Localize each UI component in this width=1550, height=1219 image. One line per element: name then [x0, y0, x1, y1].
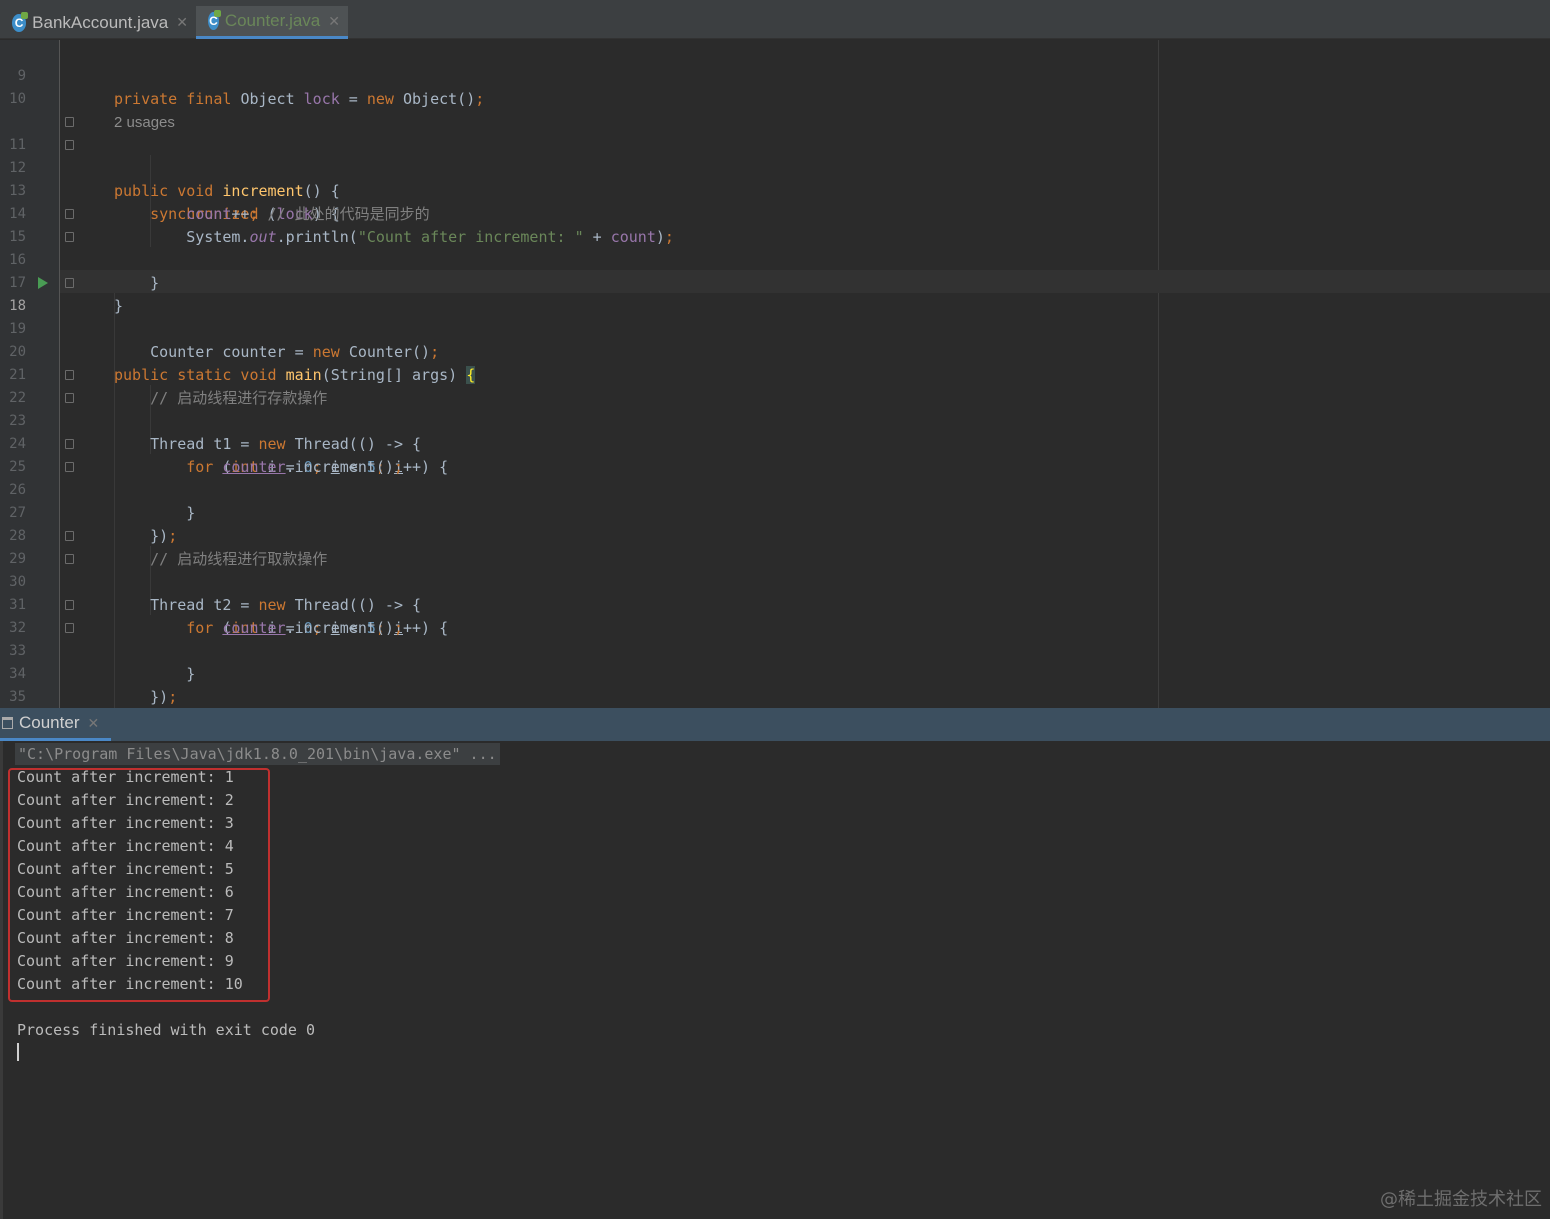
watermark: @稀土掘金技术社区: [1380, 1189, 1542, 1210]
code-line: 33 });: [0, 617, 1550, 706]
code-line: 34: [0, 640, 1550, 682]
code-line: 9 private final Object lock = new Object…: [0, 42, 1550, 108]
fold-marker-icon[interactable]: [65, 278, 74, 288]
console-output-line: Count after increment: 5: [17, 860, 234, 878]
run-tab-label: Counter: [19, 713, 80, 732]
code-line: 30 for (int i = 0; i < 5; i++) {: [0, 548, 1550, 637]
fold-marker-icon[interactable]: [65, 393, 74, 403]
tab-bankaccount-java[interactable]: C BankAccount.java ✕: [0, 6, 196, 39]
fold-marker-icon[interactable]: [65, 209, 74, 219]
close-icon[interactable]: ✕: [87, 715, 99, 732]
console-output-line: Count after increment: 7: [17, 906, 234, 924]
code-line: 16 }: [0, 226, 1550, 315]
console-output-line: Count after increment: 10: [17, 975, 243, 993]
run-tool-window-header: Counter ✕: [0, 708, 1550, 741]
console-exit-message: Process finished with exit code 0: [17, 1021, 316, 1039]
tab-counter-java[interactable]: C Counter.java ✕: [196, 6, 348, 39]
code-line: 17: [0, 249, 1550, 291]
code-line: 12 synchronized (lock) {: [0, 134, 1550, 223]
tab-label: Counter.java: [224, 11, 321, 30]
code-line: 35 t1.start();: [0, 663, 1550, 705]
tab-label: BankAccount.java: [32, 12, 169, 32]
editor-tab-bar: C BankAccount.java ✕ C Counter.java ✕: [0, 0, 1550, 39]
fold-marker-icon[interactable]: [65, 439, 74, 449]
code-editor[interactable]: 9 private final Object lock = new Object…: [0, 40, 1550, 708]
console-command-line[interactable]: "C:\Program Files\Java\jdk1.8.0_201\bin\…: [15, 743, 500, 765]
fold-marker-icon[interactable]: [65, 554, 74, 564]
text-caret: [17, 1043, 19, 1061]
code-line: 21 // 启动线程进行存款操作: [0, 341, 1550, 407]
code-line: 28 // 启动线程进行取款操作: [0, 502, 1550, 568]
code-line: 22 Thread t1 = new Thread(() -> {: [0, 364, 1550, 453]
code-line: 31 counter.increment();: [0, 571, 1550, 637]
run-console[interactable]: "C:\Program Files\Java\jdk1.8.0_201\bin\…: [0, 741, 1550, 1219]
code-line: 26 });: [0, 456, 1550, 545]
fold-marker-icon[interactable]: [65, 140, 74, 150]
close-icon[interactable]: ✕: [328, 13, 340, 30]
code-line: 15 }: [0, 203, 1550, 292]
console-output-line: Count after increment: 1: [17, 768, 234, 786]
code-line: 19 Counter counter = new Counter();: [0, 295, 1550, 361]
code-line: 36 t2.start();: [0, 686, 1550, 708]
close-icon[interactable]: ✕: [176, 14, 188, 31]
console-left-edge: [0, 741, 3, 1219]
console-output-line: Count after increment: 6: [17, 883, 234, 901]
code-line: 27: [0, 479, 1550, 521]
fold-marker-icon[interactable]: [65, 531, 74, 541]
console-icon: [2, 717, 13, 729]
code-line: 11 public void increment() {: [0, 111, 1550, 200]
fold-marker-icon[interactable]: [65, 462, 74, 472]
code-line: 24 counter.increment();: [0, 410, 1550, 476]
code-line: 13 count++; // 此处的代码是同步的: [0, 157, 1550, 223]
console-output-line: Count after increment: 9: [17, 952, 234, 970]
code-vision-row: 2 usages: [0, 88, 1550, 131]
code-line: 29 Thread t2 = new Thread(() -> {: [0, 525, 1550, 614]
code-line: 10: [0, 65, 1550, 107]
code-line: 32 }: [0, 594, 1550, 683]
java-class-icon: C: [208, 10, 221, 30]
java-class-icon: C: [12, 11, 29, 32]
run-tab-counter[interactable]: Counter ✕: [0, 708, 112, 741]
code-line: 14 System.out.println("Count after incre…: [0, 180, 1550, 246]
fold-marker-icon[interactable]: [65, 600, 74, 610]
console-output-line: Count after increment: 3: [17, 814, 234, 832]
console-output-line: Count after increment: 2: [17, 791, 234, 809]
code-line: 20: [0, 318, 1550, 360]
fold-marker-icon[interactable]: [65, 623, 74, 633]
code-line: 18 public static void main(String[] args…: [0, 272, 1550, 384]
run-icon[interactable]: [38, 277, 48, 289]
console-output-line: Count after increment: 8: [17, 929, 234, 947]
code-line: 25 }: [0, 433, 1550, 522]
fold-marker-icon[interactable]: [65, 370, 74, 380]
code-line: 23 for (int i = 0; i < 5; i++) {: [0, 387, 1550, 476]
fold-marker-icon[interactable]: [65, 232, 74, 242]
fold-marker-icon[interactable]: [65, 117, 74, 127]
console-output-line: Count after increment: 4: [17, 837, 234, 855]
